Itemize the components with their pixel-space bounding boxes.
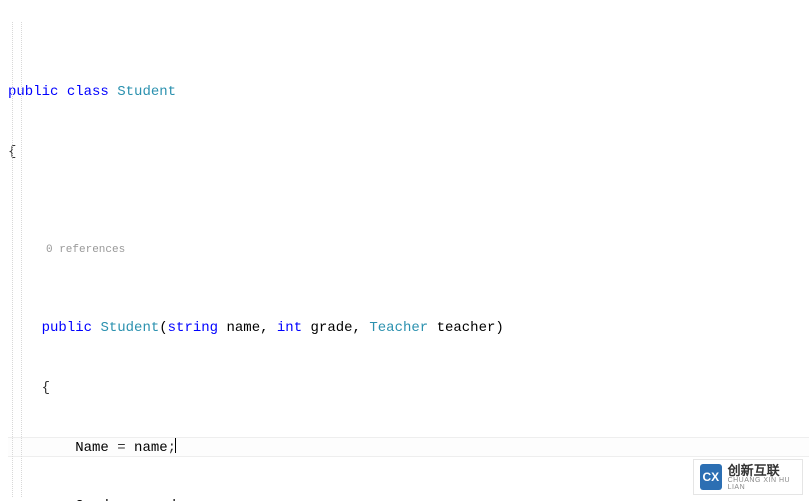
type-name: Student [100, 320, 159, 336]
code-line[interactable]: Grade = grade; [8, 496, 809, 501]
code-line[interactable]: { [8, 142, 809, 162]
logo-text: 创新互联 CHUANG XIN HU LIAN [728, 464, 796, 491]
keyword: class [67, 84, 109, 100]
code-line[interactable]: public class Student [8, 82, 809, 102]
watermark-logo: CX 创新互联 CHUANG XIN HU LIAN [693, 459, 803, 495]
param: teacher [437, 320, 496, 336]
param: grade [311, 320, 353, 336]
code-line[interactable]: public Student(string name, int grade, T… [8, 318, 809, 338]
code-editor[interactable]: public class Student { 0 references publ… [0, 0, 809, 501]
identifier: Name [75, 440, 109, 456]
current-line[interactable]: Name = name; [8, 437, 809, 457]
param: name [226, 320, 260, 336]
keyword: int [277, 320, 302, 336]
identifier: name [134, 440, 168, 456]
keyword: public [8, 84, 58, 100]
code-line[interactable]: { [8, 378, 809, 398]
type-name: Teacher [369, 320, 428, 336]
indent-guide [21, 22, 22, 497]
text-cursor [175, 438, 176, 453]
indent-guide [12, 22, 13, 497]
logo-subtitle: CHUANG XIN HU LIAN [728, 477, 796, 491]
brace: { [42, 380, 50, 396]
keyword: string [168, 320, 218, 336]
codelens[interactable]: 0 references [8, 242, 809, 258]
logo-mark: CX [700, 464, 722, 490]
logo-title: 创新互联 [728, 464, 796, 477]
punct: = [109, 440, 134, 456]
keyword: public [42, 320, 92, 336]
type-name: Student [117, 84, 176, 100]
